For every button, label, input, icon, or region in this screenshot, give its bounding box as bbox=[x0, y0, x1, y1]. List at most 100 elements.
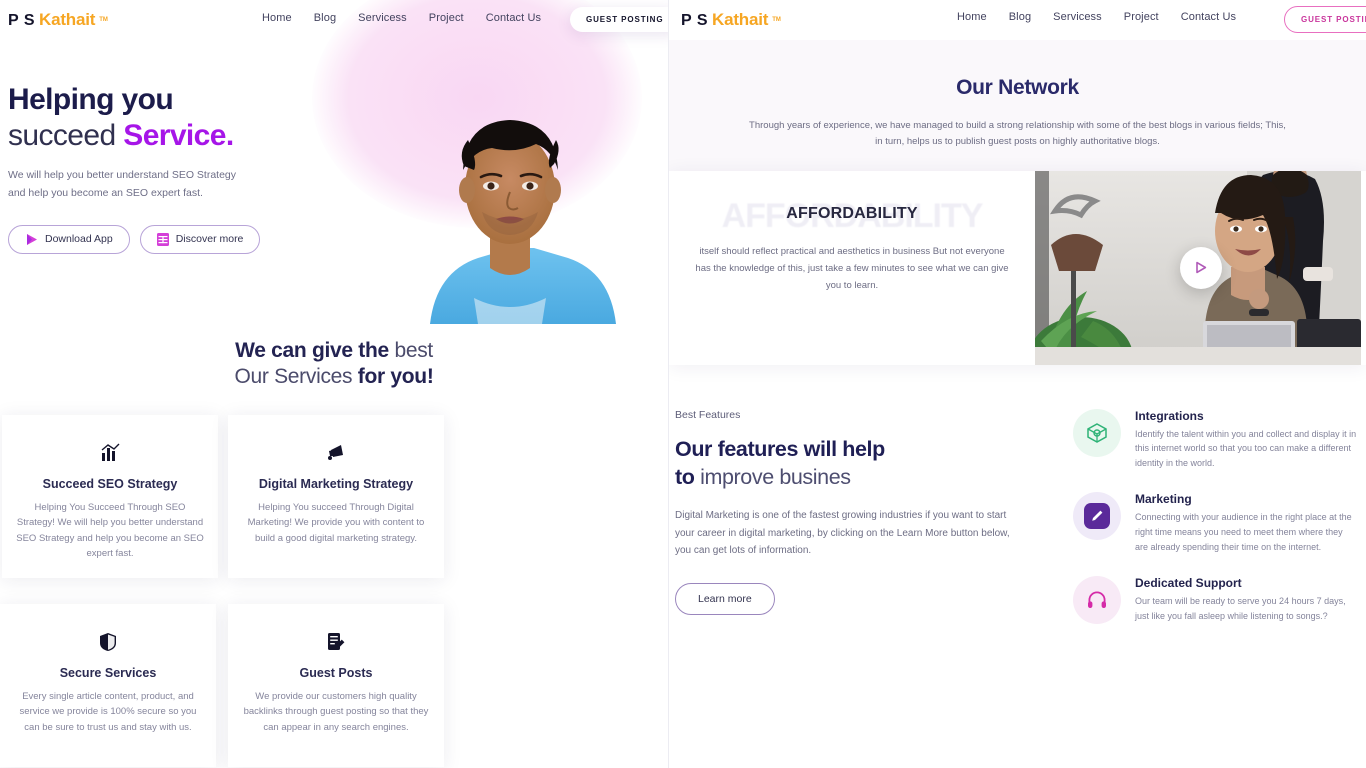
nav-item-blog[interactable]: Blog bbox=[1009, 11, 1031, 23]
nav-item-project[interactable]: Project bbox=[1124, 11, 1159, 23]
logo[interactable]: P S Kathait TM bbox=[8, 10, 108, 30]
document-edit-icon bbox=[327, 630, 346, 654]
logo-trademark: TM bbox=[99, 17, 108, 23]
pencil-icon-badge bbox=[1073, 492, 1121, 541]
discover-more-button[interactable]: Discover more bbox=[139, 224, 261, 254]
feature-text-block: Marketing Connecting with your audience … bbox=[1135, 492, 1358, 554]
hero-title: Helping you succeed Service. bbox=[8, 82, 308, 154]
grid-icon bbox=[156, 232, 169, 246]
logo[interactable]: P S Kathait TM bbox=[681, 10, 781, 30]
nav-links-left: Home Blog Servicess Project Contact Us bbox=[262, 12, 541, 24]
hero-section: Helping you succeed Service. We will hel… bbox=[0, 0, 668, 324]
service-card-title: Secure Services bbox=[59, 666, 157, 680]
logo-wordmark: Kathait bbox=[39, 10, 96, 29]
hero-title-line2: succeed Service. bbox=[8, 118, 308, 154]
discover-more-label: Discover more bbox=[175, 233, 244, 246]
service-card-title: Succeed SEO Strategy bbox=[42, 477, 178, 491]
feature-text-block: Integrations Identify the talent within … bbox=[1135, 409, 1358, 471]
features-title-line2-lite: improve busines bbox=[700, 465, 851, 490]
features-kicker: Best Features bbox=[675, 408, 741, 421]
nav-item-services[interactable]: Servicess bbox=[358, 12, 407, 24]
hero-subtitle: We will help you better understand SEO S… bbox=[8, 169, 237, 200]
features-list: Integrations Identify the talent within … bbox=[1049, 408, 1366, 646]
logo-trademark: TM bbox=[772, 17, 781, 23]
analytics-chart-icon bbox=[100, 441, 120, 465]
services-heading-lite: best bbox=[388, 339, 433, 362]
service-card-text: Helping You succeed Through Digital Mark… bbox=[247, 502, 425, 544]
features-title-line2: to improve busines bbox=[675, 463, 1049, 491]
service-card[interactable]: Secure Services Every single article con… bbox=[0, 604, 216, 767]
hero-portrait-photo bbox=[378, 92, 638, 324]
feature-description: Identify the talent within you and colle… bbox=[1135, 428, 1357, 468]
service-card-text: We provide our customers high quality ba… bbox=[243, 691, 429, 733]
nav-item-blog[interactable]: Blog bbox=[314, 12, 336, 24]
feature-text-block: Dedicated Support Our team will be ready… bbox=[1135, 576, 1358, 624]
guest-posting-button[interactable]: GUEST POSTING bbox=[570, 7, 668, 32]
logo-initials: P S bbox=[681, 12, 708, 29]
feature-description: Connecting with your audience in the rig… bbox=[1135, 512, 1352, 552]
headphones-icon-badge bbox=[1073, 576, 1121, 625]
services-card-grid: Succeed SEO Strategy Helping You Succeed… bbox=[0, 415, 668, 768]
features-section: Best Features Our features will help to … bbox=[669, 365, 1366, 646]
feature-title: Marketing bbox=[1135, 492, 1192, 507]
hero-copy: Helping you succeed Service. We will hel… bbox=[8, 82, 308, 254]
play-button[interactable] bbox=[1179, 246, 1222, 289]
service-card[interactable]: Succeed SEO Strategy Helping You Succeed… bbox=[2, 415, 218, 578]
hero-title-accent: Service. bbox=[123, 119, 234, 152]
network-title: Our Network bbox=[956, 76, 1079, 99]
network-description: Through years of experience, we have man… bbox=[749, 120, 1286, 148]
nav-item-contact-us[interactable]: Contact Us bbox=[1181, 11, 1236, 23]
affordability-card: AFFORDABILITY AFFORDABILITY itself shoul… bbox=[669, 170, 1366, 365]
services-heading-line2-lite: Our Services bbox=[234, 365, 358, 388]
pencil-edit-icon bbox=[1084, 503, 1110, 530]
features-title-line2-bold: to bbox=[675, 465, 701, 490]
network-section: Our Network Through years of experience,… bbox=[669, 40, 1366, 171]
features-copy: Best Features Our features will help to … bbox=[673, 409, 1049, 646]
cube-icon-badge bbox=[1073, 408, 1121, 457]
services-heading-line1: We can give the best bbox=[0, 339, 668, 363]
nav-item-services[interactable]: Servicess bbox=[1053, 11, 1102, 23]
nav-item-home[interactable]: Home bbox=[262, 12, 292, 24]
feature-title: Integrations bbox=[1135, 408, 1204, 423]
feature-item[interactable]: Integrations Identify the talent within … bbox=[1073, 408, 1358, 471]
video-thumbnail[interactable] bbox=[1035, 170, 1366, 365]
learn-more-button[interactable]: Learn more bbox=[675, 582, 775, 615]
hero-title-line1: Helping you bbox=[8, 83, 174, 116]
feature-title: Dedicated Support bbox=[1135, 576, 1242, 591]
logo-initials: P S bbox=[8, 12, 35, 29]
affordability-copy: AFFORDABILITY AFFORDABILITY itself shoul… bbox=[669, 171, 1035, 365]
hero-buttons: Download App Discover more bbox=[8, 224, 308, 254]
navbar-left: P S Kathait TM Home Blog Servicess Proje… bbox=[0, 0, 668, 40]
service-card-text: Every single article content, product, a… bbox=[19, 691, 197, 733]
feature-item[interactable]: Marketing Connecting with your audience … bbox=[1073, 492, 1358, 554]
features-description: Digital Marketing is one of the fastest … bbox=[675, 510, 1010, 556]
service-card-title: Digital Marketing Strategy bbox=[258, 477, 414, 491]
feature-item[interactable]: Dedicated Support Our team will be ready… bbox=[1073, 576, 1358, 625]
features-title-line1: Our features will help bbox=[675, 436, 885, 461]
shield-icon bbox=[99, 630, 117, 654]
service-card-text: Helping You Succeed Through SEO Strategy… bbox=[16, 502, 204, 560]
download-app-label: Download App bbox=[45, 233, 113, 246]
nav-item-project[interactable]: Project bbox=[429, 12, 464, 24]
cube-icon bbox=[1086, 422, 1108, 444]
feature-description: Our team will be ready to serve you 24 h… bbox=[1135, 596, 1346, 621]
play-triangle-icon bbox=[25, 233, 38, 246]
services-heading-bold: We can give the bbox=[235, 339, 389, 362]
left-panel: P S Kathait TM Home Blog Servicess Proje… bbox=[0, 0, 668, 768]
guest-posting-button[interactable]: GUEST POSTING bbox=[1284, 6, 1366, 33]
headphones-icon bbox=[1086, 589, 1108, 611]
navbar-right: P S Kathait TM Home Blog Servicess Proje… bbox=[669, 0, 1366, 40]
megaphone-icon bbox=[326, 441, 346, 465]
services-heading-line2-bold: for you! bbox=[357, 365, 434, 388]
play-icon bbox=[1193, 260, 1208, 275]
affordability-text: itself should reflect practical and aest… bbox=[695, 245, 1009, 292]
nav-item-contact-us[interactable]: Contact Us bbox=[486, 12, 541, 24]
service-card[interactable]: Digital Marketing Strategy Helping You s… bbox=[228, 415, 444, 578]
services-heading-line2: Our Services for you! bbox=[0, 365, 668, 389]
service-card-title: Guest Posts bbox=[299, 666, 373, 680]
affordability-title: AFFORDABILITY bbox=[786, 204, 918, 222]
nav-item-home[interactable]: Home bbox=[957, 11, 987, 23]
service-card[interactable]: Guest Posts We provide our customers hig… bbox=[228, 604, 444, 767]
download-app-button[interactable]: Download App bbox=[8, 224, 130, 254]
logo-wordmark: Kathait bbox=[712, 10, 769, 29]
